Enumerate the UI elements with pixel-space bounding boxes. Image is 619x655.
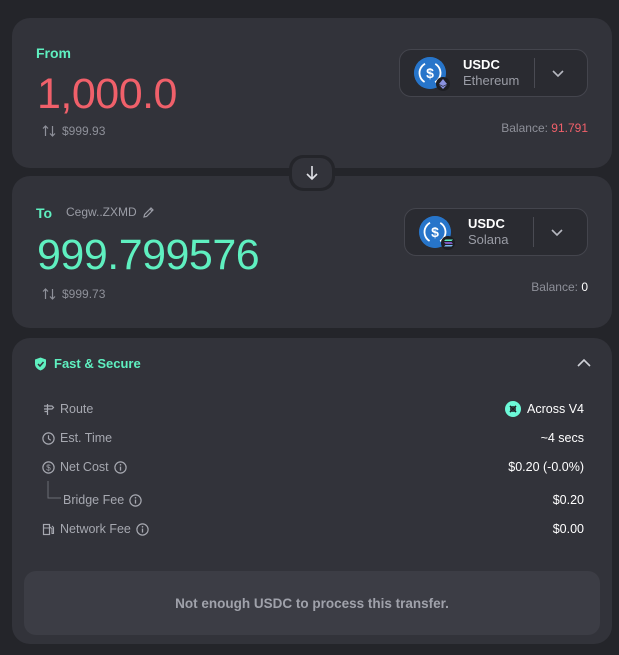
chevron-up-icon[interactable] [576, 356, 592, 370]
route-row: Route Across V4 [42, 399, 584, 419]
net-cost-row: $ Net Cost $0.20 (-0.0%) [42, 457, 584, 477]
to-usd-value: $999.73 [42, 287, 105, 301]
to-label: To [36, 205, 53, 221]
from-token-chain: Ethereum [463, 73, 520, 88]
net-cost-value: $0.20 (-0.0%) [508, 460, 584, 474]
from-card: From 1,000.0 $999.93 $ USDC Ethereum Bal… [12, 18, 612, 168]
from-balance: Balance: 91.791 [501, 121, 588, 135]
from-balance-value: 91.791 [551, 121, 588, 135]
svg-text:$: $ [426, 65, 434, 81]
from-label: From [36, 45, 71, 61]
details-title: Fast & Secure [54, 356, 141, 371]
pencil-icon[interactable] [142, 206, 155, 219]
token-divider [533, 217, 534, 247]
svg-text:$: $ [431, 224, 439, 240]
net-cost-label: Net Cost [60, 460, 109, 474]
to-token-symbol: USDC [468, 216, 505, 231]
recipient-address[interactable]: Cegw..ZXMD [66, 205, 155, 219]
bridge-fee-row: Bridge Fee $0.20 [63, 490, 584, 510]
details-header: Fast & Secure [34, 356, 141, 371]
bridge-fee-label: Bridge Fee [63, 493, 125, 507]
est-time-label: Est. Time [60, 431, 113, 445]
usdc-coin-icon: $ [414, 57, 450, 91]
clock-icon [42, 431, 55, 445]
route-label: Route [60, 402, 94, 416]
ethereum-badge-icon [436, 77, 450, 91]
arrow-down-icon [306, 166, 318, 181]
to-balance-label: Balance: [531, 280, 578, 294]
info-icon[interactable] [136, 522, 149, 536]
chevron-down-icon[interactable] [551, 66, 565, 80]
across-protocol-icon [505, 401, 522, 417]
swap-vertical-icon [42, 288, 56, 300]
shield-check-icon [35, 357, 46, 370]
swap-vertical-icon [42, 125, 56, 137]
from-usd-text: $999.93 [62, 124, 106, 138]
solana-badge-icon [441, 236, 455, 250]
fuel-pump-icon [42, 523, 55, 535]
to-card: To Cegw..ZXMD 999.799576 $999.73 $ USDC … [12, 176, 612, 328]
svg-text:$: $ [46, 463, 51, 472]
from-amount-input[interactable]: 1,000.0 [37, 70, 177, 119]
error-text: Not enough USDC to process this transfer… [175, 595, 449, 611]
insufficient-balance-message: Not enough USDC to process this transfer… [24, 571, 600, 635]
to-amount: 999.799576 [37, 231, 260, 279]
chevron-down-icon[interactable] [550, 225, 564, 239]
network-fee-row: Network Fee $0.00 [42, 519, 584, 539]
usdc-coin-icon: $ [419, 216, 455, 250]
est-time-row: Est. Time ~4 secs [42, 428, 584, 448]
info-icon[interactable] [113, 460, 127, 474]
bridge-fee-value: $0.20 [552, 493, 584, 507]
network-fee-label: Network Fee [60, 522, 131, 536]
to-usd-text: $999.73 [62, 287, 106, 301]
signpost-icon [44, 403, 55, 415]
to-balance: Balance: 0 [531, 280, 588, 294]
swap-direction-button[interactable] [289, 155, 335, 191]
network-fee-value: $0.00 [552, 522, 584, 536]
to-balance-value: 0 [581, 280, 588, 294]
token-divider [534, 58, 535, 88]
to-token-select[interactable]: $ USDC Solana [404, 208, 588, 256]
tree-connector [47, 481, 61, 499]
info-icon[interactable] [129, 493, 142, 507]
dollar-circle-icon: $ [42, 460, 55, 474]
from-balance-label: Balance: [501, 121, 548, 135]
route-value: Across V4 [527, 402, 584, 416]
est-time-value: ~4 secs [540, 431, 584, 445]
from-token-select[interactable]: $ USDC Ethereum [399, 49, 588, 97]
to-token-chain: Solana [468, 232, 509, 247]
route-details-card: Fast & Secure Route Across V4 Est. Time … [12, 338, 612, 644]
from-usd-value: $999.93 [42, 124, 105, 138]
recipient-text: Cegw..ZXMD [66, 205, 137, 219]
from-token-symbol: USDC [463, 57, 500, 72]
